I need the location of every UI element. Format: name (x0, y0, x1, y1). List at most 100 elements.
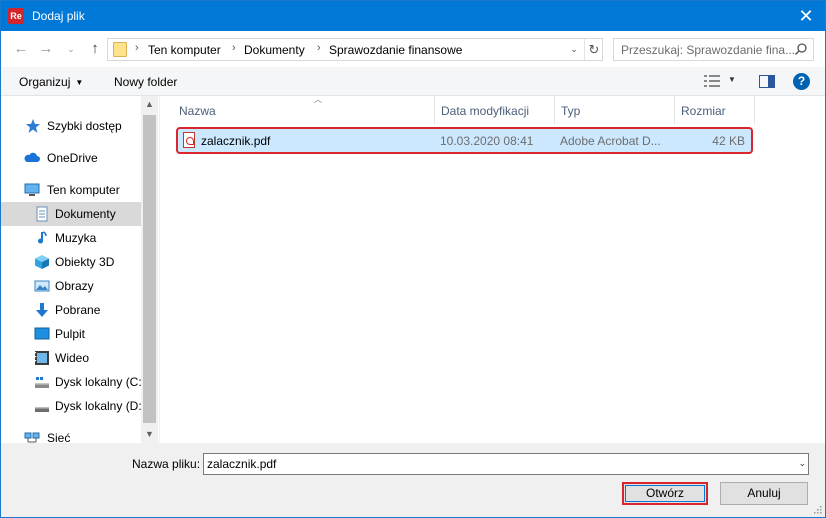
sidebar-item-label: Dysk lokalny (D:) (55, 399, 146, 413)
search-icon (794, 43, 807, 56)
sidebar-item-label: OneDrive (47, 151, 98, 165)
scroll-thumb[interactable] (143, 115, 156, 423)
filename-label: Nazwa pliku: (132, 457, 201, 471)
sidebar-item-dysk-d[interactable]: Dysk lokalny (D:) (1, 394, 146, 418)
sidebar-item-siec[interactable]: Sieć (1, 426, 141, 450)
help-icon[interactable]: ? (793, 73, 810, 90)
drive-d-icon (35, 407, 49, 412)
organize-label: Organizuj (19, 75, 71, 89)
address-dropdown-icon[interactable]: ⌄ (564, 39, 584, 60)
file-row[interactable]: zalacznik.pdf 10.03.2020 08:41 Adobe Acr… (176, 127, 753, 154)
cube-icon (35, 255, 49, 269)
sidebar-item-label: Szybki dostęp (47, 119, 122, 133)
column-header-label: Data modyfikacji (441, 104, 530, 118)
sidebar-item-label: Pobrane (55, 303, 101, 317)
download-icon (36, 303, 48, 317)
add-file-dialog: Re Dodaj plik ✕ ← → ⌄ ↑ › Ten komputer ›… (0, 0, 826, 518)
column-header-modified[interactable]: Data modyfikacji (435, 96, 555, 124)
sidebar-item-dokumenty[interactable]: Dokumenty (1, 202, 141, 226)
filename-value: zalacznik.pdf (207, 457, 277, 471)
scroll-up-icon[interactable]: ▲ (141, 96, 158, 113)
view-options-icon[interactable] (704, 74, 720, 88)
open-button[interactable]: Otwórz (622, 482, 708, 505)
column-header-label: Typ (561, 104, 581, 118)
back-arrow-icon[interactable]: ← (11, 39, 31, 59)
folder-icon (113, 42, 127, 57)
pdf-icon (183, 132, 195, 148)
file-list: ︿ Nazwa Data modyfikacji Typ Rozmiar zal… (159, 95, 825, 443)
drive-c-icon (35, 377, 49, 388)
view-chevron-down-icon[interactable]: ▼ (728, 75, 736, 84)
column-header-label: Rozmiar (681, 104, 726, 118)
sidebar-item-obrazy[interactable]: Obrazy (1, 274, 141, 298)
desktop-icon (34, 327, 50, 340)
pictures-icon (34, 280, 50, 292)
music-icon (38, 231, 47, 244)
sidebar-item-pobrane[interactable]: Pobrane (1, 298, 141, 322)
sidebar-item-label: Dysk lokalny (C:) (55, 375, 146, 389)
search-input[interactable]: Przeszukaj: Sprawozdanie fina... (613, 38, 814, 61)
up-arrow-icon[interactable]: ↑ (85, 39, 105, 59)
navigation-pane: Szybki dostęp OneDrive Ten komputer Doku… (1, 96, 159, 445)
search-placeholder: Przeszukaj: Sprawozdanie fina... (621, 43, 796, 57)
computer-icon (24, 183, 40, 196)
sidebar-item-label: Sieć (47, 431, 71, 445)
column-header-size[interactable]: Rozmiar (675, 96, 755, 124)
app-icon: Re (8, 8, 24, 24)
forward-arrow-icon[interactable]: → (36, 39, 56, 59)
column-header-type[interactable]: Typ (555, 96, 675, 124)
sidebar-item-wideo[interactable]: Wideo (1, 346, 141, 370)
documents-icon (36, 206, 48, 222)
sidebar-item-label: Ten komputer (47, 183, 120, 197)
open-button-label: Otwórz (645, 486, 684, 500)
sidebar-item-pulpit[interactable]: Pulpit (1, 322, 141, 346)
network-icon (24, 432, 40, 443)
sidebar-item-label: Pulpit (55, 327, 86, 341)
organize-button[interactable]: Organizuj ▼ (19, 75, 83, 89)
file-name: zalacznik.pdf (201, 134, 271, 148)
sidebar-item-label: Dokumenty (55, 207, 116, 221)
address-bar[interactable]: › Ten komputer › Dokumenty › Sprawozdani… (107, 38, 603, 61)
breadcrumb-separator-icon: › (317, 42, 321, 54)
address-row: ← → ⌄ ↑ › Ten komputer › Dokumenty › Spr… (1, 31, 825, 67)
sidebar-item-obiekty-3d[interactable]: Obiekty 3D (1, 250, 141, 274)
file-size: 42 KB (712, 134, 745, 148)
column-header-label: Nazwa (179, 104, 216, 118)
cancel-button-label: Anuluj (747, 486, 781, 500)
breadcrumb-sprawozdanie[interactable]: Sprawozdanie finansowe (329, 43, 462, 57)
refresh-icon[interactable]: ↻ (584, 39, 603, 60)
new-folder-button[interactable]: Nowy folder (114, 75, 177, 89)
window-title: Dodaj plik (32, 9, 85, 23)
breadcrumb-separator-icon: › (232, 42, 236, 54)
file-type: Adobe Acrobat D... (560, 134, 661, 148)
sidebar-item-muzyka[interactable]: Muzyka (1, 226, 141, 250)
breadcrumb-dokumenty[interactable]: Dokumenty (244, 43, 305, 57)
sidebar-item-dysk-c[interactable]: Dysk lokalny (C:) (1, 370, 146, 394)
breadcrumb-ten-komputer[interactable]: Ten komputer (148, 43, 221, 57)
sidebar-item-label: Obiekty 3D (55, 255, 115, 269)
file-modified: 10.03.2020 08:41 (440, 134, 534, 148)
preview-pane-icon[interactable] (759, 75, 775, 88)
cancel-button[interactable]: Anuluj (720, 482, 808, 505)
video-icon (35, 351, 49, 365)
chevron-down-icon[interactable]: ⌄ (798, 458, 806, 469)
filename-field[interactable]: zalacznik.pdf ⌄ (203, 453, 809, 475)
sidebar-item-ten-komputer[interactable]: Ten komputer (1, 178, 141, 202)
resize-grip-icon[interactable] (812, 504, 822, 514)
sidebar-item-szybki-dostep[interactable]: Szybki dostęp (1, 114, 141, 138)
breadcrumb-separator-icon: › (135, 42, 139, 54)
navigation-scrollbar[interactable]: ▲ ▼ (141, 96, 158, 443)
column-header-name[interactable]: ︿ Nazwa (173, 95, 435, 124)
chevron-down-icon: ▼ (75, 78, 84, 87)
sidebar-item-label: Wideo (55, 351, 90, 365)
recent-locations-chevron-icon[interactable]: ⌄ (61, 39, 81, 59)
scroll-down-icon[interactable]: ▼ (141, 426, 158, 443)
sidebar-item-label: Obrazy (55, 279, 94, 293)
close-icon[interactable]: ✕ (793, 3, 819, 29)
sort-ascending-icon: ︿ (314, 95, 322, 104)
sidebar-item-onedrive[interactable]: OneDrive (1, 146, 141, 170)
cloud-icon (24, 152, 40, 162)
title-bar: Re Dodaj plik ✕ (1, 1, 825, 31)
sidebar-item-label: Muzyka (55, 231, 97, 245)
command-toolbar: Organizuj ▼ Nowy folder ▼ ? (1, 67, 825, 96)
